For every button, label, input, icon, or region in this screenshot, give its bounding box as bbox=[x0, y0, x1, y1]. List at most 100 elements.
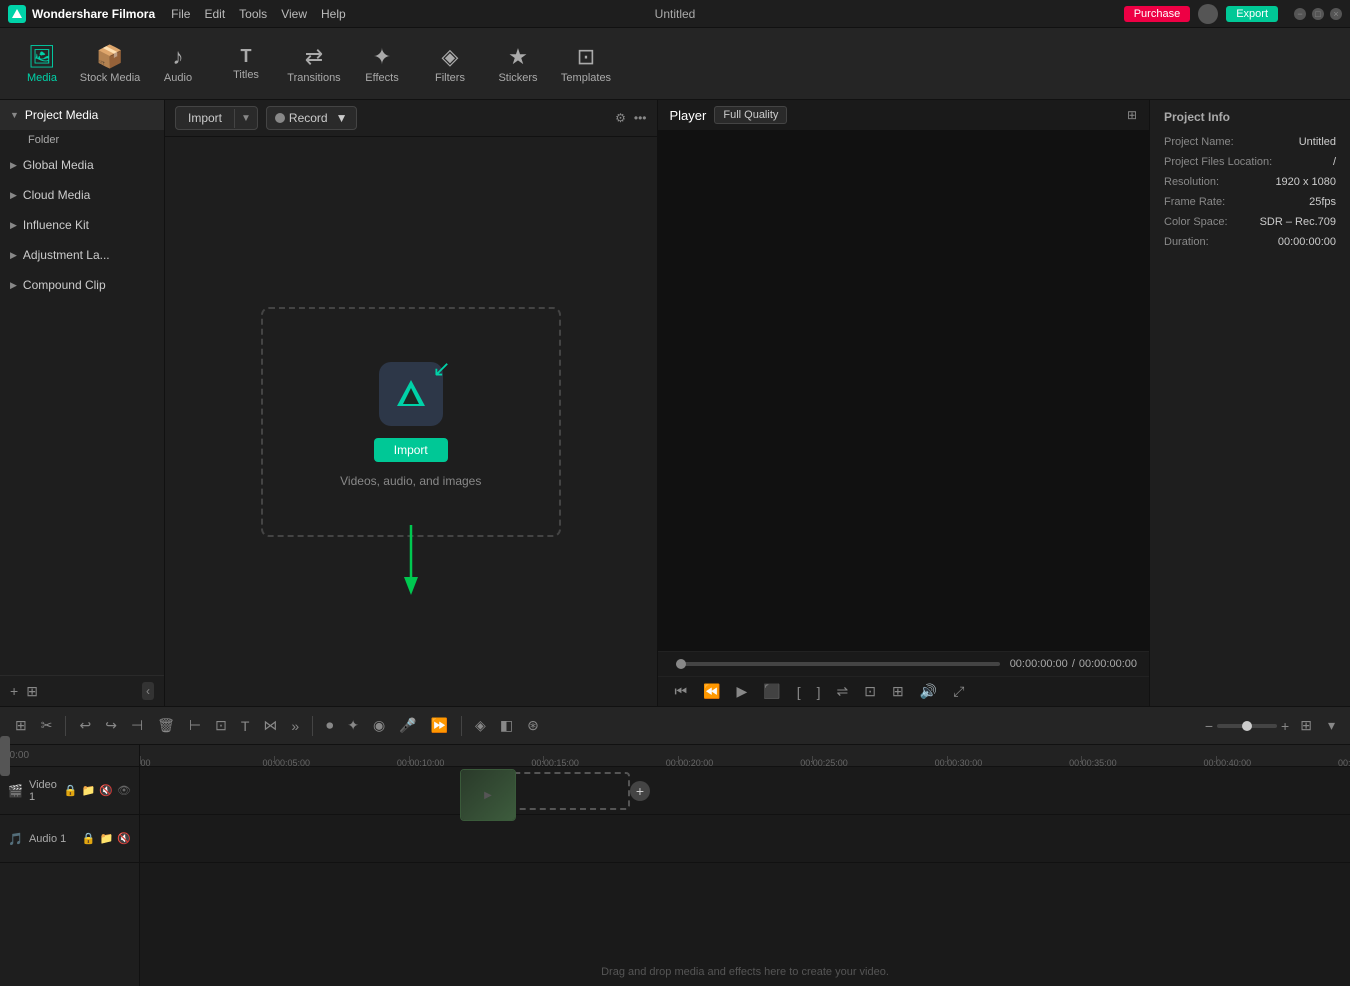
collapse-panel-button[interactable]: ‹ bbox=[142, 682, 154, 700]
zoom-in-icon[interactable]: + bbox=[1281, 718, 1289, 734]
keyframe-button[interactable]: ⋈ bbox=[258, 715, 282, 736]
record-button-group: Record ▼ bbox=[266, 106, 357, 130]
menu-view[interactable]: View bbox=[281, 7, 307, 21]
voiceover-button[interactable]: 🎤 bbox=[394, 715, 421, 736]
fullscreen-button[interactable]: ⤢ bbox=[948, 681, 969, 702]
add-clip-button[interactable]: + bbox=[630, 781, 650, 801]
progress-thumb[interactable] bbox=[676, 659, 686, 669]
drop-import-button[interactable]: Import bbox=[374, 438, 448, 462]
toolbar-stock-label: Stock Media bbox=[80, 72, 141, 84]
step-back-button[interactable]: ⏪ bbox=[698, 681, 725, 702]
panel-cloud-media[interactable]: ▶ Cloud Media bbox=[0, 180, 164, 210]
menu-file[interactable]: File bbox=[171, 7, 190, 21]
audio-track-lane[interactable] bbox=[140, 815, 1350, 863]
scroll-handle[interactable] bbox=[0, 745, 10, 776]
export-button[interactable]: Export bbox=[1226, 6, 1278, 22]
toolbar-effects[interactable]: ✦ Effects bbox=[350, 34, 414, 94]
mark-in-button[interactable]: [ bbox=[792, 682, 806, 702]
mask-button[interactable]: ◉ bbox=[368, 715, 390, 736]
layout-options-button[interactable]: ▾ bbox=[1323, 715, 1340, 736]
zoom-button[interactable]: ⊞ bbox=[887, 681, 909, 702]
trim-button[interactable]: ⊣ bbox=[126, 715, 148, 736]
ruler-mark: 00:00:05:00 bbox=[274, 756, 275, 764]
snapshot-button[interactable]: ⬛ bbox=[758, 681, 785, 702]
proj-name-label: Project Name: bbox=[1164, 136, 1234, 148]
mark-out-button[interactable]: ] bbox=[812, 682, 826, 702]
player-tab[interactable]: Player bbox=[670, 108, 707, 123]
zoom-thumb[interactable] bbox=[1242, 721, 1252, 731]
add-folder-icon[interactable]: + bbox=[10, 683, 18, 699]
effects-tl-button[interactable]: ✦ bbox=[342, 715, 364, 736]
audio-mute-icon[interactable]: 🔇 bbox=[117, 832, 131, 845]
import-button[interactable]: Import bbox=[176, 107, 234, 129]
grid-view-icon[interactable]: ⊞ bbox=[26, 683, 38, 700]
record-button[interactable]: Record bbox=[289, 111, 328, 125]
quality-select[interactable]: Full Quality bbox=[714, 106, 787, 124]
toolbar-transitions[interactable]: ⇄ Transitions bbox=[282, 34, 346, 94]
minimize-button[interactable]: − bbox=[1294, 8, 1306, 20]
panel-compound-clip[interactable]: ▶ Compound Clip bbox=[0, 270, 164, 300]
menu-tools[interactable]: Tools bbox=[239, 7, 267, 21]
play-button[interactable]: ▶ bbox=[732, 681, 753, 702]
media-drop-box[interactable]: ↙ Import Videos, audio, and images bbox=[261, 307, 561, 537]
record-dropdown-arrow[interactable]: ▼ bbox=[332, 111, 348, 125]
split-button[interactable]: ⊢ bbox=[184, 715, 206, 736]
timeline-right-actions: − + ⊞ ▾ bbox=[1205, 715, 1340, 736]
color-match-button[interactable]: ◧ bbox=[495, 715, 518, 736]
panel-folder[interactable]: Folder bbox=[0, 130, 164, 150]
record-tl-button[interactable]: ⏺ bbox=[321, 715, 338, 736]
toolbar-media[interactable]: 🖼 Media bbox=[10, 34, 74, 94]
video-folder-icon[interactable]: 📁 bbox=[82, 784, 96, 797]
more-options-icon[interactable]: ••• bbox=[634, 111, 647, 125]
audio-folder-icon[interactable]: 📁 bbox=[100, 832, 114, 845]
toolbar-titles[interactable]: T Titles bbox=[214, 34, 278, 94]
toolbar-stock-media[interactable]: 📦 Stock Media bbox=[78, 34, 142, 94]
import-dropdown-arrow[interactable]: ▼ bbox=[234, 109, 257, 128]
media-icon: 🖼 bbox=[28, 44, 56, 70]
crop-button-tl[interactable]: ⊡ bbox=[210, 715, 232, 736]
panel-influence-kit[interactable]: ▶ Influence Kit bbox=[0, 210, 164, 240]
volume-button[interactable]: 🔊 bbox=[915, 681, 942, 702]
close-button[interactable]: × bbox=[1330, 8, 1342, 20]
video-visibility-icon[interactable]: 👁 bbox=[117, 784, 131, 797]
video-mute-icon[interactable]: 🔇 bbox=[99, 784, 113, 797]
maximize-button[interactable]: □ bbox=[1312, 8, 1324, 20]
toolbar-filters[interactable]: ◈ Filters bbox=[418, 34, 482, 94]
proj-name-value: Untitled bbox=[1299, 136, 1336, 148]
purchase-button[interactable]: Purchase bbox=[1124, 6, 1190, 22]
ruler-mark: 00:00:35:00 bbox=[1081, 756, 1082, 764]
menu-edit[interactable]: Edit bbox=[204, 7, 225, 21]
media-area: Import ▼ Record ▼ ⚙ ••• bbox=[165, 100, 658, 706]
speed-tl-button[interactable]: ⏩ bbox=[426, 715, 453, 736]
zoom-out-icon[interactable]: − bbox=[1205, 718, 1213, 734]
layout-button[interactable]: ⊞ bbox=[1295, 715, 1317, 736]
motion-track-button[interactable]: ◈ bbox=[470, 715, 491, 736]
toolbar-audio[interactable]: ♪ Audio bbox=[146, 34, 210, 94]
go-to-start-button[interactable]: ⏮ bbox=[670, 681, 693, 702]
templates-icon: ⊡ bbox=[577, 44, 595, 70]
panel-project-media[interactable]: ▼ Project Media bbox=[0, 100, 164, 130]
undo-button[interactable]: ↩ bbox=[74, 715, 96, 736]
more-tl-button[interactable]: » bbox=[286, 716, 304, 736]
speed-button[interactable]: ⇌ bbox=[832, 681, 854, 702]
ai-button[interactable]: ⊛ bbox=[522, 715, 544, 736]
filter-sort-icon[interactable]: ⚙ bbox=[615, 111, 626, 125]
audio-lock-icon[interactable]: 🔒 bbox=[82, 832, 96, 845]
text-button[interactable]: T bbox=[236, 716, 255, 736]
toolbar-stickers[interactable]: ★ Stickers bbox=[486, 34, 550, 94]
menu-help[interactable]: Help bbox=[321, 7, 346, 21]
redo-button[interactable]: ↪ bbox=[100, 715, 122, 736]
player-settings-icon[interactable]: ⊞ bbox=[1127, 108, 1137, 122]
panel-global-media[interactable]: ▶ Global Media bbox=[0, 150, 164, 180]
player-progress-bar[interactable] bbox=[676, 662, 1000, 666]
video-lock-icon[interactable]: 🔒 bbox=[64, 784, 78, 797]
snap-button[interactable]: ⊞ bbox=[10, 715, 32, 736]
toolbar-templates[interactable]: ⊡ Templates bbox=[554, 34, 618, 94]
delete-button[interactable]: 🗑 bbox=[152, 715, 180, 736]
video-track-lane[interactable]: ▶ + bbox=[140, 767, 1350, 815]
crop-button[interactable]: ⊡ bbox=[859, 681, 881, 702]
razor-button[interactable]: ✂ bbox=[36, 715, 58, 736]
panel-adjustment[interactable]: ▶ Adjustment La... bbox=[0, 240, 164, 270]
zoom-track[interactable] bbox=[1217, 724, 1277, 728]
video-clip[interactable]: ▶ bbox=[460, 769, 516, 821]
